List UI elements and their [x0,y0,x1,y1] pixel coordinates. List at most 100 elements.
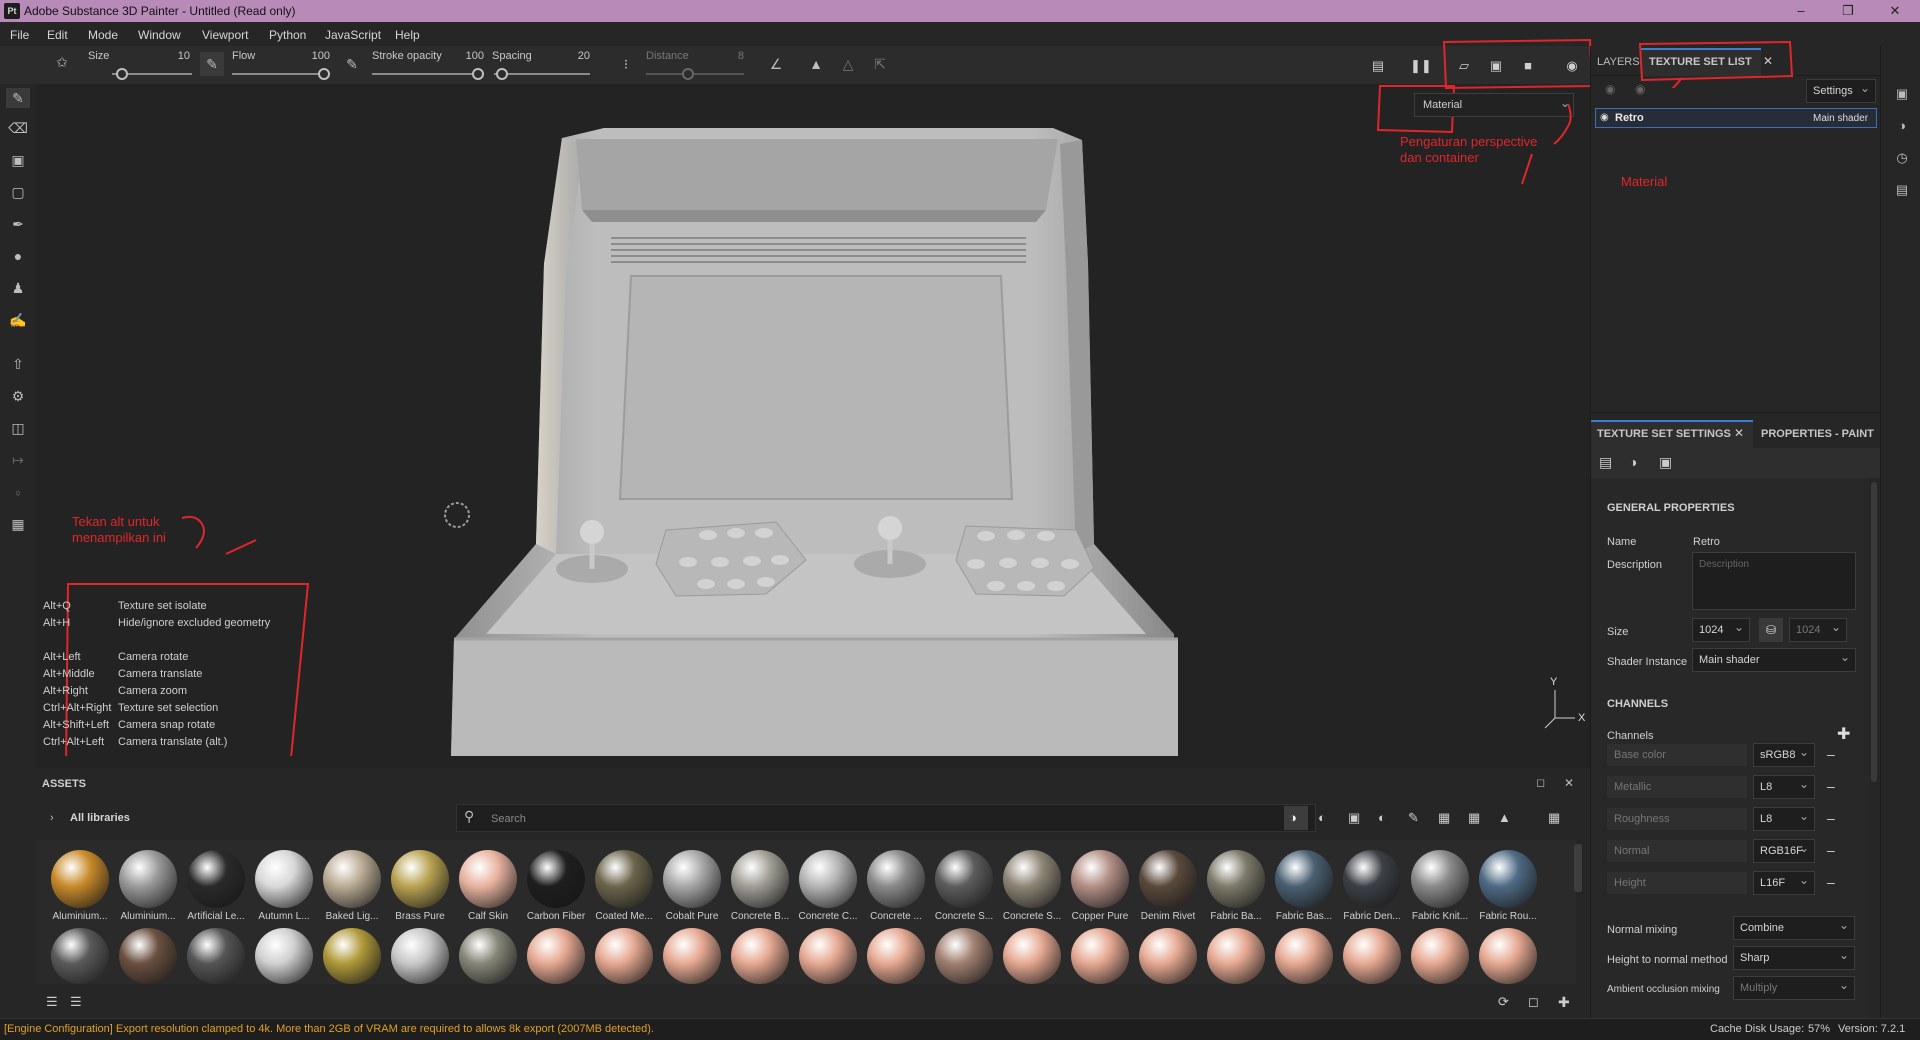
generators-filter-icon[interactable]: ◐ [1378,810,1386,825]
flow-slider-handle[interactable] [318,68,330,80]
brush-preset-icon[interactable]: ✩ [52,54,72,71]
material-thumbnail[interactable] [731,850,789,908]
add-asset-icon[interactable]: ✚ [1558,994,1570,1011]
remove-channel-icon[interactable]: – [1827,778,1835,794]
measure-icon[interactable]: ↦ [8,450,28,470]
refresh-icon[interactable]: ⟳ [1498,994,1509,1010]
spacing-slider-handle[interactable] [496,68,508,80]
material-thumbnail[interactable] [1207,850,1265,908]
library-selector[interactable]: All libraries [70,812,130,824]
materials-filter-icon[interactable]: ◑ [1289,810,1297,825]
material-sphere-icon[interactable]: ◑ [1629,454,1637,470]
material-thumbnail[interactable] [595,928,653,984]
size-select[interactable]: 1024 [1692,618,1750,642]
minimize-icon[interactable]: – [1786,2,1816,20]
paint-brush-icon[interactable]: ✎ [6,88,30,108]
uv-tile-icon[interactable]: ▣ [1659,454,1672,471]
maximize-icon[interactable]: ❐ [1833,2,1863,20]
close-panel-icon[interactable]: ✕ [1564,776,1574,790]
flow-value[interactable]: 100 [300,50,330,62]
transform-icon[interactable]: ⇱ [870,56,890,73]
material-thumbnail[interactable] [255,928,313,984]
material-thumbnail[interactable] [731,928,789,984]
material-thumbnail[interactable] [1411,850,1469,908]
tab-properties-paint[interactable]: PROPERTIES - PAINT [1761,428,1874,440]
material-thumbnail[interactable] [187,928,245,984]
channel-format-select[interactable]: L8 [1753,807,1815,831]
color-picker-icon[interactable]: ✍ [8,310,28,330]
remove-channel-icon[interactable]: – [1827,746,1835,762]
search-input-box[interactable] [456,804,1316,832]
normal-mixing-select[interactable]: Combine [1733,916,1855,940]
geometry-decal-icon[interactable]: ▢ [8,182,28,202]
material-thumbnail[interactable] [1071,928,1129,984]
material-thumbnail[interactable] [595,850,653,908]
maximize-panel-icon[interactable]: ◻ [1536,776,1545,789]
eye-hidden-icon[interactable]: ◉ [1605,82,1615,96]
channel-format-select[interactable]: L16F [1753,871,1815,895]
material-thumbnail[interactable] [391,928,449,984]
material-thumbnail[interactable] [1003,928,1061,984]
material-thumbnail[interactable] [527,850,585,908]
brushes-filter-icon[interactable]: ✎ [1408,810,1419,826]
menu-edit[interactable]: Edit [47,28,68,42]
material-thumbnail[interactable] [51,928,109,984]
lazy-mouse-icon[interactable]: ⁝ [616,56,636,73]
polygon-fill-icon[interactable]: ✒ [8,214,28,234]
tss-scrollbar[interactable] [1871,482,1877,782]
flow-slider-track[interactable] [232,73,326,75]
name-value[interactable]: Retro [1693,536,1720,548]
brush-icon[interactable]: ✎ [200,52,224,76]
material-thumbnail[interactable] [1411,928,1469,984]
menu-viewport[interactable]: Viewport [202,28,248,42]
material-thumbnail[interactable] [663,850,721,908]
material-thumbnail[interactable] [1479,850,1537,908]
history-icon[interactable]: ◷ [1893,150,1911,168]
menu-javascript[interactable]: JavaScript [325,28,381,42]
material-thumbnail[interactable] [1139,928,1197,984]
material-thumbnail[interactable] [391,850,449,908]
stroke-opacity-slider-handle[interactable] [472,68,484,80]
display-settings-icon[interactable]: ▣ [1893,86,1911,104]
menu-file[interactable]: File [10,28,29,42]
add-channel-icon[interactable]: ✚ [1837,724,1850,744]
material-thumbnail[interactable] [1275,850,1333,908]
size-slider-handle[interactable] [116,68,128,80]
material-thumbnail[interactable] [867,928,925,984]
material-thumbnail[interactable] [867,850,925,908]
angle-icon[interactable]: ∠ [766,56,786,73]
uv-icon[interactable]: ◫ [8,418,28,438]
material-thumbnail[interactable] [323,928,381,984]
symmetry-settings-icon[interactable]: △ [838,56,858,73]
symmetry-icon[interactable]: ▲ [806,56,826,72]
pause-icon[interactable]: ❚❚ [1410,56,1432,76]
stroke-opacity-slider-track[interactable] [372,73,484,75]
eraser-icon[interactable]: ⌫ [8,118,28,138]
3d-viewport[interactable]: Y X Tekan alt untuk menampilkan ini Peng… [36,84,1590,756]
projection-icon[interactable]: ▣ [8,150,28,170]
material-thumbnail[interactable] [323,850,381,908]
material-thumbnail[interactable] [187,850,245,908]
description-input[interactable]: Description [1692,552,1856,610]
material-thumbnail[interactable] [119,928,177,984]
close-tab-icon[interactable]: ✕ [1734,426,1744,440]
material-thumbnail[interactable] [663,928,721,984]
mesh-maps-icon[interactable]: ▤ [1599,454,1612,471]
remove-channel-icon[interactable]: – [1827,842,1835,858]
spacing-slider-track[interactable] [494,73,590,75]
material-thumbnail[interactable] [527,928,585,984]
material-thumbnail[interactable] [1343,850,1401,908]
material-thumbnail[interactable] [459,928,517,984]
grid-view-icon[interactable]: ▦ [1548,810,1560,826]
material-thumbnail[interactable] [51,850,109,908]
material-thumbnail[interactable] [1343,928,1401,984]
material-thumbnail[interactable] [1479,928,1537,984]
asset-scrollbar[interactable] [1574,844,1582,892]
tab-texture-set-settings[interactable]: TEXTURE SET SETTINGS [1597,428,1731,440]
material-thumbnail[interactable] [1071,850,1129,908]
tab-layers[interactable]: LAYERS [1597,56,1640,68]
material-thumbnail[interactable] [459,850,517,908]
material-thumbnail[interactable] [1139,850,1197,908]
channel-format-select[interactable]: RGB16F [1753,839,1815,863]
bake-icon[interactable]: ⚙ [8,386,28,406]
